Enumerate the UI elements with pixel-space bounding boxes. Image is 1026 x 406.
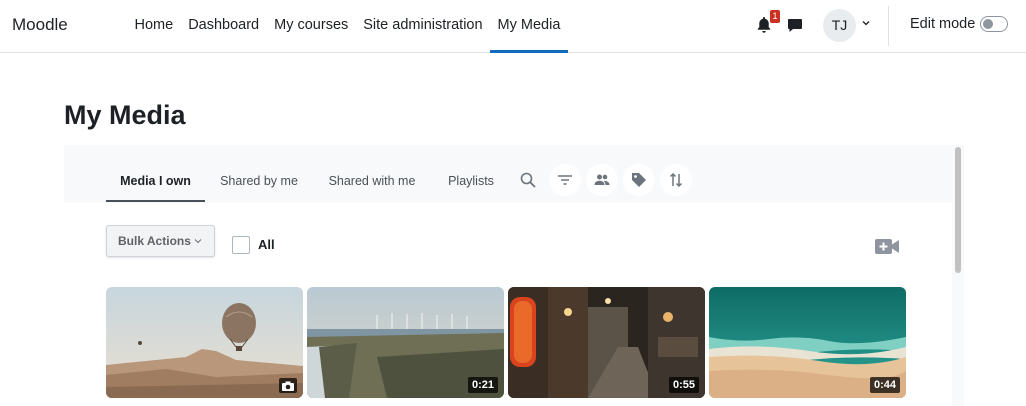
chevron-down-icon	[194, 239, 202, 244]
media-thumbnail[interactable]: 0:44	[709, 287, 906, 398]
tab-playlists[interactable]: Playlists	[442, 145, 500, 202]
media-tabbar: Media I own Shared by me Shared with me …	[64, 145, 952, 203]
sort-button[interactable]	[660, 164, 692, 196]
tab-media-i-own[interactable]: Media I own	[106, 145, 205, 202]
media-duration: 0:21	[467, 377, 498, 393]
balloon-photo	[106, 287, 303, 398]
media-thumbnail[interactable]: 0:21	[307, 287, 504, 398]
navbar-divider	[888, 6, 889, 46]
notification-count-badge: 1	[770, 10, 780, 23]
media-duration: 0:55	[668, 377, 699, 393]
tags-button[interactable]	[623, 164, 655, 196]
filter-icon	[558, 175, 572, 185]
media-panel: Media I own Shared by me Shared with me …	[64, 145, 952, 406]
nav-site-administration[interactable]: Site administration	[356, 0, 490, 53]
nav-home[interactable]: Home	[127, 0, 181, 53]
edit-mode-label: Edit mode	[910, 16, 976, 32]
edit-mode-toggle[interactable]	[980, 16, 1008, 32]
user-menu-chevron-down-icon[interactable]	[861, 18, 871, 28]
add-media-icon[interactable]	[875, 238, 899, 255]
search-button[interactable]	[512, 164, 544, 196]
bulk-actions-label: Bulk Actions	[118, 234, 191, 248]
media-thumbnail[interactable]: 0:55	[508, 287, 705, 398]
nav-my-media[interactable]: My Media	[490, 0, 568, 53]
site-brand[interactable]: Moodle	[12, 15, 68, 35]
primary-navigation: Home Dashboard My courses Site administr…	[127, 0, 568, 53]
user-avatar[interactable]: TJ	[823, 9, 856, 42]
nav-dashboard[interactable]: Dashboard	[181, 0, 267, 53]
collaborators-button[interactable]	[586, 164, 618, 196]
top-navbar: Moodle Home Dashboard My courses Site ad…	[0, 0, 1026, 53]
bulk-actions-dropdown[interactable]: Bulk Actions	[106, 225, 215, 257]
panel-scrollbar-thumb[interactable]	[955, 147, 961, 273]
media-thumbnail[interactable]	[106, 287, 303, 398]
tab-shared-by-me[interactable]: Shared by me	[214, 145, 304, 202]
page-title: My Media	[64, 100, 186, 130]
nav-my-courses[interactable]: My courses	[267, 0, 356, 53]
messages-icon[interactable]	[787, 17, 803, 33]
photo-camera-icon	[279, 378, 297, 393]
select-all-checkbox[interactable]	[232, 236, 250, 254]
search-icon	[520, 172, 536, 188]
filter-button[interactable]	[549, 164, 581, 196]
people-icon	[594, 174, 610, 185]
tab-shared-with-me[interactable]: Shared with me	[322, 145, 422, 202]
sort-icon	[669, 172, 683, 188]
media-duration: 0:44	[869, 377, 900, 393]
select-all-label: All	[258, 237, 275, 252]
tag-icon	[632, 173, 646, 187]
